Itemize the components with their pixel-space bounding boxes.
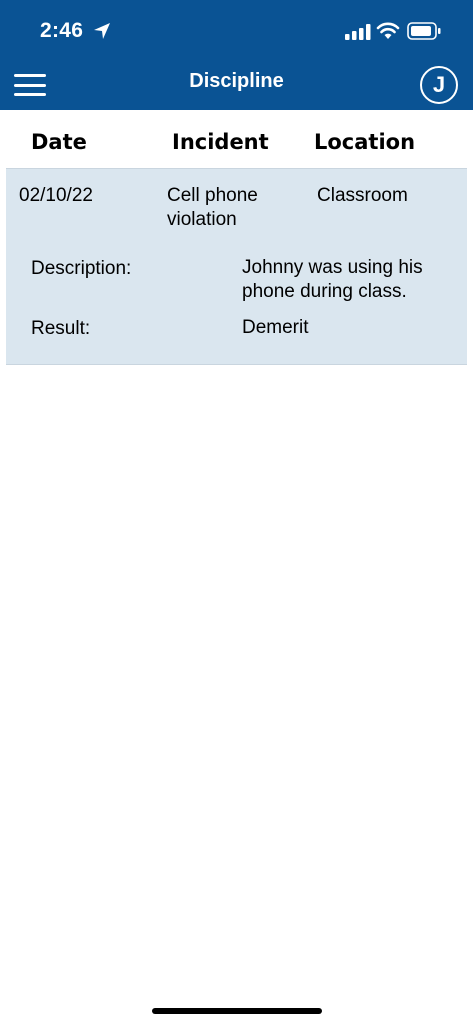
record-location: Classroom — [317, 185, 408, 206]
result-value: Demerit — [242, 317, 309, 338]
result-label: Result: — [31, 318, 91, 339]
record-incident: Cell phone violation — [167, 185, 258, 230]
description-label: Description: — [31, 258, 132, 279]
column-header-incident: Incident — [172, 130, 269, 154]
discipline-record-row[interactable]: 02/10/22 Cell phone violation Classroom … — [6, 168, 467, 365]
column-header-location: Location — [314, 130, 416, 154]
cellular-signal-icon — [345, 24, 371, 40]
app-header: 2:46 Discipline J — [0, 0, 473, 110]
page-title: Discipline — [189, 70, 284, 92]
column-header-date: Date — [31, 130, 87, 154]
description-value: Johnny was using his phone during class. — [242, 257, 423, 302]
menu-line — [14, 93, 46, 96]
record-date: 02/10/22 — [19, 185, 93, 206]
status-time: 2:46 — [40, 19, 84, 42]
wifi-icon — [376, 22, 400, 39]
home-indicator[interactable] — [152, 1008, 322, 1014]
battery-icon — [407, 22, 441, 40]
location-arrow-icon — [94, 23, 110, 39]
table-header: Date Incident Location — [0, 110, 473, 168]
profile-avatar-button[interactable]: J — [420, 66, 458, 104]
